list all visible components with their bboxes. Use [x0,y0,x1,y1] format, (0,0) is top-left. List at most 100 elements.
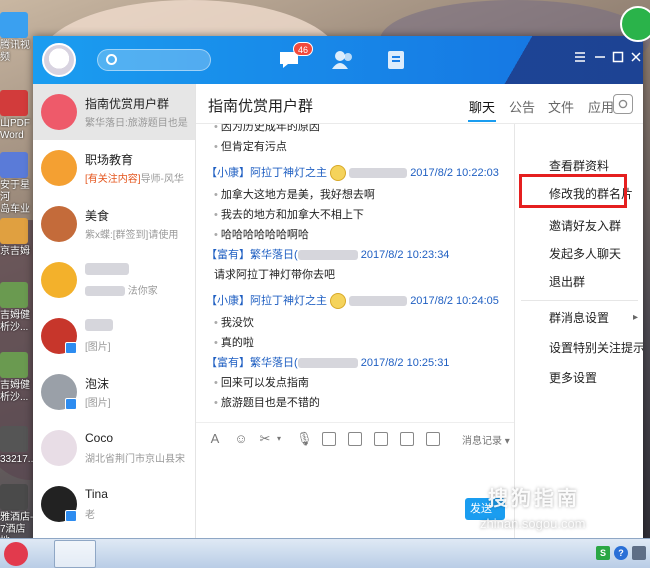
menu-item-message-settings[interactable]: 群消息设置 ▸ [515,304,643,332]
taskbar: S ? [0,538,650,568]
screenshot-scissors-icon[interactable]: ✂ [258,432,272,446]
contact-item[interactable]: 指南优赏用户群 繁华落日:旅游题目也是 [33,84,195,140]
contact-item[interactable]: Coco 湖北省荆门市京山县宋 [33,420,195,476]
desktop-icon[interactable]: 安于星河 岛车业 [0,152,34,216]
tab-contacts[interactable] [330,48,356,72]
user-avatar[interactable] [42,43,76,77]
contact-name-blurred [85,319,113,334]
desktop-icon-label: 安于星河 岛车业 [0,180,30,215]
start-menu-button[interactable] [4,542,28,566]
contact-preview: 法你家 [85,282,193,297]
menu-item-start-group-chat[interactable]: 发起多人聊天 [515,240,643,268]
message-text: 请求阿拉丁神灯带你去吧 [214,269,335,281]
desktop-icon-label: 吉姆健 析沙... [0,310,30,333]
app-icon [0,90,28,116]
message-text: • 我没饮 [214,317,254,329]
contact-preview: [图片] [85,398,111,409]
voice-mic-icon[interactable]: 🎙 [296,432,313,446]
close-icon[interactable] [629,50,643,64]
attention-tag: [有关注内容] [85,174,141,185]
contact-preview: 老 [85,510,95,521]
highlight-box [519,174,627,208]
desktop-icon[interactable]: 腾讯视频 [0,12,34,64]
active-tab-indicator [468,120,496,122]
contacts-icon [332,51,352,69]
emoji-icon[interactable]: ☺ [234,432,248,446]
menu-item-quit-group[interactable]: 退出群 [515,268,643,296]
contact-item[interactable]: Tina 老 [33,476,195,532]
message-history-button[interactable]: 消息记录 ▾ [462,432,510,447]
preview-text: 法你家 [127,286,158,297]
sticker-icon[interactable] [322,432,336,446]
settings-gear-icon[interactable] [613,94,633,114]
watermark-url: zhinan.sogou.com [480,516,586,531]
sogou-ime-icon[interactable]: S [596,546,610,560]
contact-item[interactable]: 职场教育 [有关注内容]导师-风华 [33,140,195,196]
tab-announcement[interactable]: 公告 [509,97,535,116]
contact-name: 美食 [85,209,110,223]
message-text: • 但肯定有污点 [214,141,287,153]
contact-item[interactable]: [图片] [33,308,195,364]
desktop-icon[interactable]: 山PDF Word [0,90,34,142]
desktop-icon[interactable]: 京吉姆 [0,218,34,258]
menu-divider [521,300,638,301]
maximize-icon[interactable] [611,50,625,64]
smile-emoji-icon [330,165,347,182]
contact-name: 指南优赏用户群 [85,97,170,111]
app-icon [0,12,28,38]
folder-icon[interactable] [400,432,414,446]
message-area: • 因为历史成年的原因 • 但肯定有污点 【小康】阿拉丁神灯之主 2017/8/2 … [196,124,514,422]
group-avatar [41,94,77,130]
taskbar-file-explorer[interactable] [54,540,96,568]
system-tray: S ? [596,546,646,560]
menu-item-more-settings[interactable]: 更多设置 [515,364,643,392]
app-icon [0,484,28,510]
contact-name: 泡沫 [85,377,110,391]
group-avatar [41,150,77,186]
search-icon [106,54,117,65]
message-text: • 旅游题目也是不错的 [214,397,320,409]
tab-apps[interactable]: 应用 [588,97,614,116]
tab-space[interactable] [383,48,409,72]
image-icon[interactable] [374,432,388,446]
minimize-icon[interactable] [593,50,607,64]
help-icon[interactable]: ? [614,546,628,560]
font-icon[interactable]: A [208,432,222,446]
contact-item[interactable]: 泡沫 [图片] [33,364,195,420]
more-apps-icon[interactable] [426,432,440,446]
gift-icon[interactable] [348,432,362,446]
search-input[interactable] [97,49,211,71]
contact-preview: [图片] [85,342,111,353]
unread-badge: 46 [293,42,314,56]
contact-item[interactable]: 法你家 [33,252,195,308]
menu-item-invite-friends[interactable]: 邀请好友入群 [515,212,643,240]
status-badge [65,342,77,354]
menu-icon[interactable] [573,50,587,64]
app-icon [0,282,28,308]
contact-avatar [41,430,77,466]
desktop-icon[interactable]: 吉姆健 析沙... [0,352,34,404]
message-header: 【富有】繁华落日( 2017/8/2 10:25:31 [206,357,450,369]
tab-chat[interactable]: 聊天 [469,97,495,116]
contact-avatar [41,262,77,298]
status-badge [65,398,77,410]
title-bar: 46 [33,36,643,84]
message-text: • 回来可以发点指南 [214,377,309,389]
dropdown-arrow-icon[interactable]: ▾ [272,432,286,446]
contact-preview: 繁华落日:旅游题目也是 [85,118,188,129]
message-header: 【小康】阿拉丁神灯之主 2017/8/2 10:22:03 [206,164,499,182]
desktop-icon-label: 33217... [0,454,37,465]
contact-item[interactable]: 美食 紫x蝶:[群签到]请使用 [33,196,195,252]
desktop-icon[interactable]: 33217... [0,426,37,466]
preview-text: 导师-风华 [140,174,184,185]
menu-item-special-attention[interactable]: 设置特别关注提示 [515,334,643,362]
desktop-icon-label: 吉姆健 析沙... [0,380,30,403]
star-card-icon [388,51,404,69]
group-avatar [41,206,77,242]
watermark-title: 搜狗指南 [488,488,580,510]
desktop-icon[interactable]: 吉姆健 析沙... [0,282,34,334]
wifi-icon[interactable] [620,6,650,42]
volume-icon[interactable] [632,546,646,560]
message-header: 【富有】繁华落日( 2017/8/2 10:23:34 [206,249,450,261]
tab-files[interactable]: 文件 [548,97,574,116]
